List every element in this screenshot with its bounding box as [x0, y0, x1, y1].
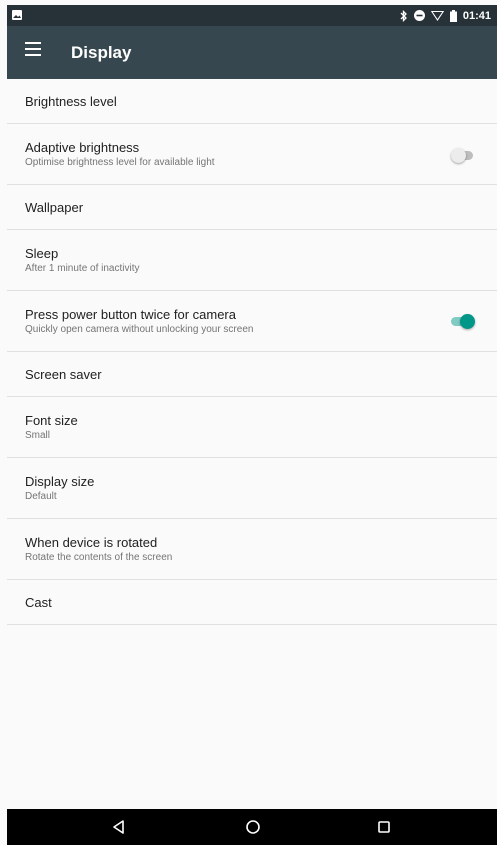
hamburger-menu-icon[interactable] — [25, 42, 41, 56]
setting-title: Sleep — [25, 246, 59, 261]
back-icon[interactable] — [110, 818, 128, 836]
bluetooth-icon — [400, 9, 407, 22]
setting-title: When device is rotated — [25, 535, 158, 550]
setting-title: Font size — [25, 413, 78, 428]
do-not-disturb-icon — [413, 10, 425, 21]
setting-summary: After 1 minute of inactivity — [25, 263, 140, 274]
setting-power-button-camera[interactable]: Press power button twice for camera Quic… — [7, 291, 497, 352]
setting-wallpaper[interactable]: Wallpaper — [7, 185, 497, 230]
setting-summary: Small — [25, 430, 51, 441]
setting-display-size[interactable]: Display size Default — [7, 458, 497, 519]
setting-title: Wallpaper — [25, 200, 84, 215]
setting-cast[interactable]: Cast — [7, 580, 497, 625]
home-icon[interactable] — [244, 818, 262, 836]
status-bar: 01:41 — [7, 5, 497, 26]
setting-title: Adaptive brightness — [25, 140, 140, 155]
setting-summary: Default — [25, 491, 57, 502]
status-icons: 01:41 — [400, 5, 491, 26]
battery-icon — [449, 9, 457, 22]
wifi-icon — [430, 10, 444, 21]
page-title: Display — [71, 43, 132, 62]
image-notification-icon — [12, 10, 22, 20]
setting-sleep[interactable]: Sleep After 1 minute of inactivity — [7, 230, 497, 291]
setting-summary: Rotate the contents of the screen — [25, 552, 173, 563]
setting-summary: Quickly open camera without unlocking yo… — [25, 324, 254, 335]
setting-title: Screen saver — [25, 367, 102, 382]
setting-brightness-level[interactable]: Brightness level — [7, 79, 497, 124]
settings-list: Brightness level Adaptive brightness Opt… — [7, 79, 497, 625]
setting-title: Press power button twice for camera — [25, 307, 236, 322]
setting-title: Brightness level — [25, 94, 117, 109]
setting-title: Display size — [25, 474, 95, 489]
status-time: 01:41 — [462, 9, 491, 22]
app-bar: Display — [7, 26, 497, 79]
recents-icon[interactable] — [375, 818, 393, 836]
setting-device-rotated[interactable]: When device is rotated Rotate the conten… — [7, 519, 497, 580]
setting-font-size[interactable]: Font size Small — [7, 397, 497, 458]
setting-title: Cast — [25, 595, 52, 610]
setting-adaptive-brightness[interactable]: Adaptive brightness Optimise brightness … — [7, 124, 497, 185]
navigation-bar — [7, 809, 497, 845]
adaptive-brightness-toggle[interactable] — [451, 148, 473, 164]
power-button-camera-toggle[interactable] — [451, 314, 475, 330]
setting-summary: Optimise brightness level for available … — [25, 157, 215, 168]
setting-screen-saver[interactable]: Screen saver — [7, 352, 497, 397]
